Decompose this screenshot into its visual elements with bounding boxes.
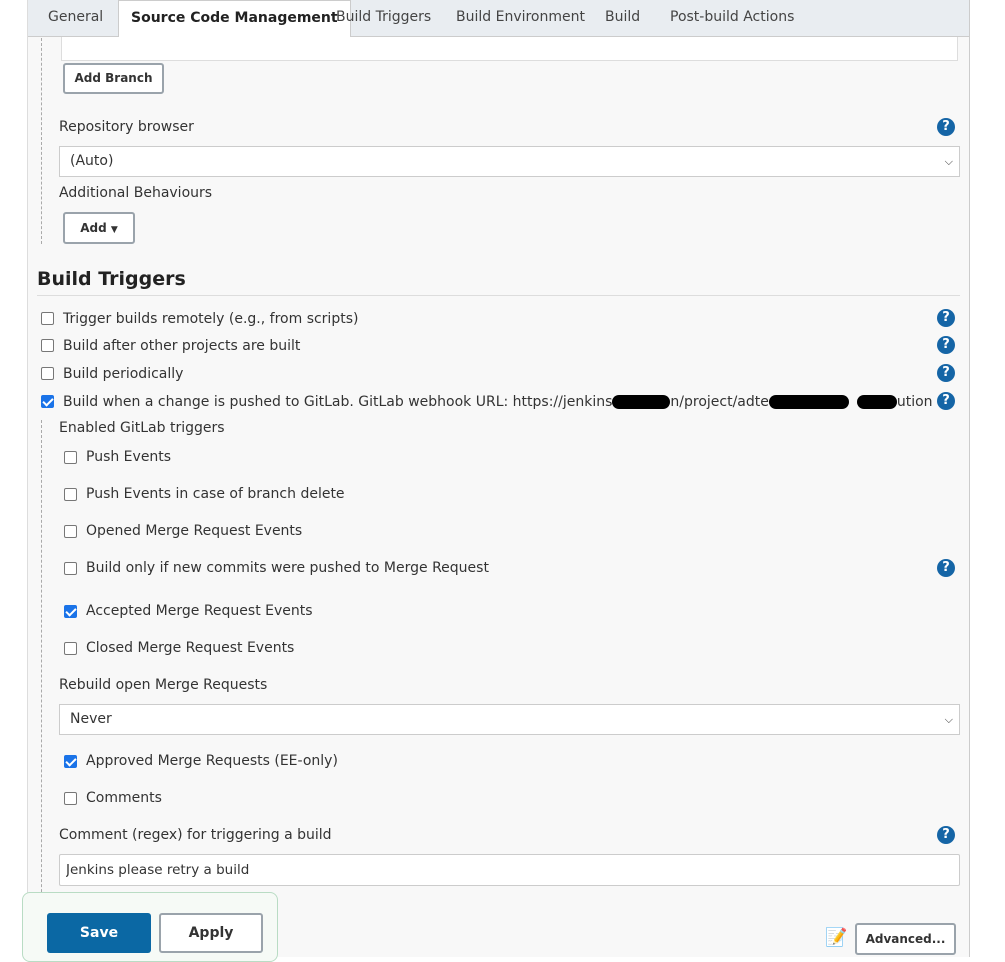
add-label: Add: [80, 221, 107, 235]
new-commits-mr-checkbox[interactable]: [64, 562, 77, 575]
gitlab-push-checkbox[interactable]: [41, 395, 54, 408]
tab-general[interactable]: General: [36, 0, 115, 37]
redaction: [856, 395, 897, 409]
tab-build-environment[interactable]: Build Environment: [444, 0, 597, 37]
comments-label: Comments: [86, 790, 162, 806]
scm-section-border: [41, 38, 42, 244]
advanced-button[interactable]: Advanced...: [855, 923, 956, 955]
redaction: [612, 395, 671, 409]
repository-browser-label: Repository browser: [59, 119, 194, 135]
new-commits-mr-label: Build only if new commits were pushed to…: [86, 560, 489, 576]
gitlab-section-border: [41, 420, 42, 957]
push-branch-delete-checkbox[interactable]: [64, 488, 77, 501]
trigger-remotely-checkbox[interactable]: [41, 312, 54, 325]
gitlab-label-part2: n/project/adte: [670, 394, 769, 410]
add-behaviour-button[interactable]: Add ▼: [63, 212, 135, 244]
help-icon[interactable]: ?: [937, 364, 955, 382]
repository-browser-select[interactable]: (Auto) ⌵: [59, 146, 960, 177]
approved-mr-label: Approved Merge Requests (EE-only): [86, 753, 338, 769]
closed-mr-checkbox[interactable]: [64, 642, 77, 655]
push-events-label: Push Events: [86, 449, 172, 465]
comments-checkbox[interactable]: [64, 792, 77, 805]
tab-bar: General Source Code Management Build Tri…: [28, 0, 969, 38]
push-branch-delete-label: Push Events in case of branch delete: [86, 486, 345, 502]
help-icon[interactable]: ?: [937, 309, 955, 327]
save-button[interactable]: Save: [47, 913, 151, 953]
build-periodically-label: Build periodically: [63, 366, 184, 382]
tab-build-triggers[interactable]: Build Triggers: [324, 0, 443, 37]
opened-mr-checkbox[interactable]: [64, 525, 77, 538]
help-icon[interactable]: ?: [937, 559, 955, 577]
tab-source-code-management[interactable]: Source Code Management: [118, 0, 351, 38]
accepted-mr-label: Accepted Merge Request Events: [86, 603, 313, 619]
help-icon[interactable]: ?: [937, 392, 955, 410]
tab-build[interactable]: Build: [593, 0, 652, 37]
gitlab-push-label: Build when a change is pushed to GitLab.…: [63, 394, 933, 410]
help-icon[interactable]: ?: [937, 826, 955, 844]
divider: [37, 295, 960, 296]
branch-box: [61, 37, 958, 61]
opened-mr-label: Opened Merge Request Events: [86, 523, 303, 539]
gitlab-label-part3: ution: [896, 394, 933, 410]
build-after-other-checkbox[interactable]: [41, 339, 54, 352]
closed-mr-label: Closed Merge Request Events: [86, 640, 295, 656]
help-icon[interactable]: ?: [937, 118, 955, 136]
select-value: (Auto): [70, 153, 114, 169]
chevron-down-icon: ⌵: [944, 155, 953, 168]
apply-button[interactable]: Apply: [159, 913, 263, 953]
accepted-mr-checkbox[interactable]: [64, 605, 77, 618]
tab-post-build-actions[interactable]: Post-build Actions: [658, 0, 806, 37]
additional-behaviours-label: Additional Behaviours: [59, 185, 213, 201]
caret-down-icon: ▼: [110, 225, 118, 235]
config-panel: General Source Code Management Build Tri…: [27, 0, 970, 957]
comment-regex-input[interactable]: [59, 854, 960, 886]
notepad-icon: 📝: [825, 927, 848, 948]
redaction: [768, 395, 849, 409]
help-icon[interactable]: ?: [937, 336, 955, 354]
rebuild-open-mr-select[interactable]: Never ⌵: [59, 704, 960, 735]
chevron-down-icon: ⌵: [944, 713, 953, 726]
gitlab-label-prefix: Build when a change is pushed to GitLab.…: [63, 394, 613, 410]
build-after-other-label: Build after other projects are built: [63, 338, 301, 354]
push-events-checkbox[interactable]: [64, 451, 77, 464]
add-branch-button[interactable]: Add Branch: [63, 63, 164, 94]
select-value: Never: [70, 711, 112, 727]
trigger-remotely-label: Trigger builds remotely (e.g., from scri…: [63, 311, 359, 327]
enabled-gitlab-triggers-label: Enabled GitLab triggers: [59, 420, 225, 436]
approved-mr-checkbox[interactable]: [64, 755, 77, 768]
rebuild-open-mr-label: Rebuild open Merge Requests: [59, 677, 268, 693]
build-triggers-heading: Build Triggers: [37, 268, 186, 290]
comment-regex-label: Comment (regex) for triggering a build: [59, 827, 332, 843]
build-periodically-checkbox[interactable]: [41, 367, 54, 380]
